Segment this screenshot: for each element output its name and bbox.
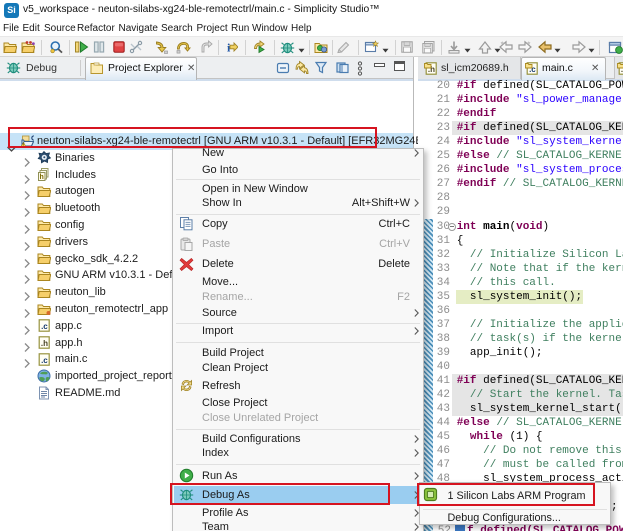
svg-text:.c: .c [41, 322, 48, 331]
svg-text:.c: .c [41, 356, 48, 365]
svg-text:h: h [40, 174, 44, 181]
svg-text:.h: .h [41, 339, 48, 348]
